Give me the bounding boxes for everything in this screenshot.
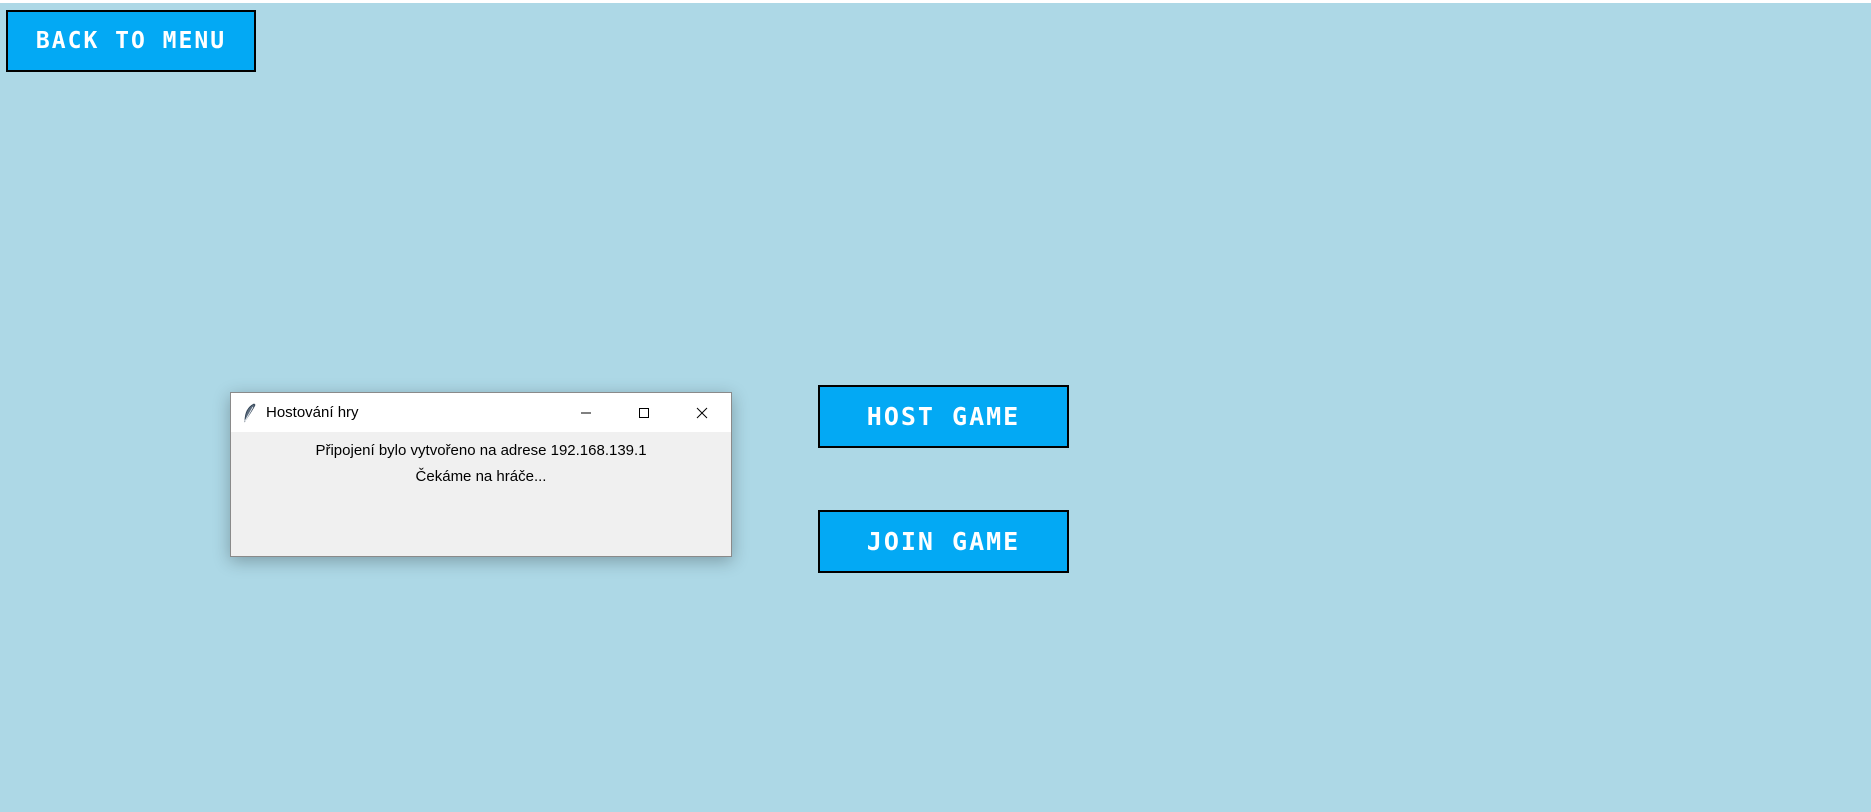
maximize-icon[interactable] [615,393,673,432]
dialog-titlebar[interactable]: Hostování hry [231,393,731,432]
connection-message: Připojení bylo vytvořeno na adrese 192.1… [315,442,647,459]
join-game-button[interactable]: JOIN GAME [818,510,1069,573]
close-icon[interactable] [673,393,731,432]
hosting-dialog: Hostování hry Připojení bylo vytvořeno n… [230,392,732,557]
back-to-menu-button[interactable]: BACK TO MENU [6,10,256,72]
minimize-icon[interactable] [557,393,615,432]
waiting-message: Čekáme na hráče... [415,468,547,485]
host-game-button[interactable]: HOST GAME [818,385,1069,448]
dialog-body: Připojení bylo vytvořeno na adrese 192.1… [231,432,731,490]
feather-icon [242,403,258,423]
dialog-title: Hostování hry [266,404,359,421]
